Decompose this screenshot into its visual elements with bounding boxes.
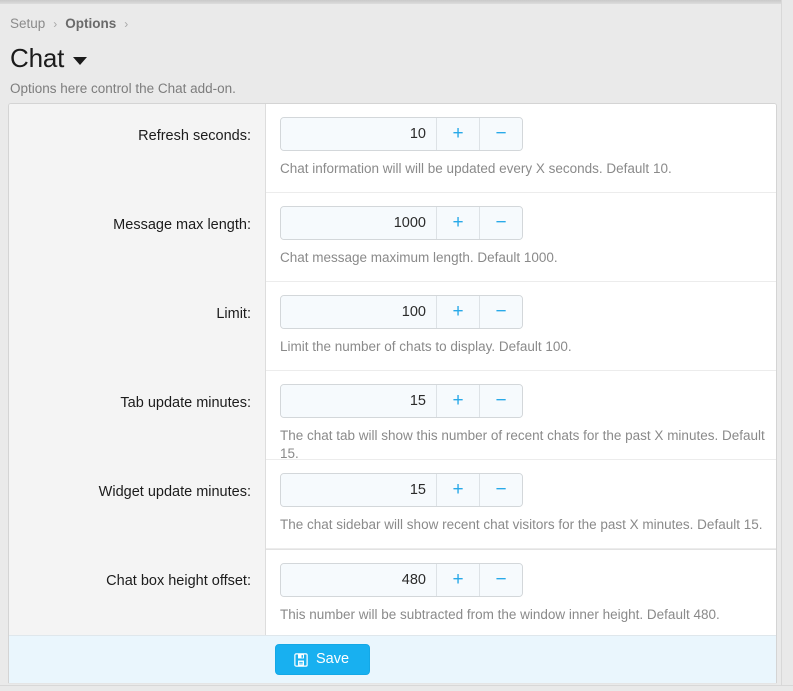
decrement-limit[interactable]: −: [479, 296, 522, 328]
help-refresh-seconds: Chat information will will be updated ev…: [280, 160, 776, 178]
label-column: Refresh seconds: Message max length: Lim…: [9, 104, 266, 635]
page-title[interactable]: Chat: [10, 43, 781, 73]
help-chat-box-height-offset: This number will be subtracted from the …: [280, 606, 776, 624]
save-button[interactable]: Save: [275, 644, 370, 675]
label-tab-update-minutes: Tab update minutes:: [9, 371, 265, 460]
row-label-tab-update-minutes: Tab update minutes:: [9, 371, 265, 460]
row-label-widget-update-minutes: Widget update minutes:: [9, 460, 265, 549]
save-button-label: Save: [316, 645, 349, 674]
breadcrumb-item-setup[interactable]: Setup: [10, 15, 45, 33]
page-header: Setup › Options › Chat Options here cont…: [0, 4, 781, 98]
decrement-chat-box-height-offset[interactable]: −: [479, 564, 522, 596]
stepper-message-max-length[interactable]: + −: [280, 206, 523, 240]
field-row-message-max-length: + − Chat message maximum length. Default…: [266, 193, 776, 282]
settings-page: Setup › Options › Chat Options here cont…: [0, 4, 781, 685]
breadcrumb-separator-icon-2: ›: [124, 15, 128, 33]
field-row-refresh-seconds: + − Chat information will will be update…: [266, 104, 776, 193]
row-label-message-max-length: Message max length:: [9, 193, 265, 282]
stepper-chat-box-height-offset[interactable]: + −: [280, 563, 523, 597]
row-label-chat-box-height-offset: Chat box height offset:: [9, 549, 265, 638]
row-label-refresh-seconds: Refresh seconds:: [9, 104, 265, 193]
breadcrumb-item-options[interactable]: Options: [65, 15, 116, 33]
increment-refresh-seconds[interactable]: +: [436, 118, 479, 150]
panel-footer: Save: [9, 635, 776, 683]
increment-limit[interactable]: +: [436, 296, 479, 328]
breadcrumb: Setup › Options ›: [10, 14, 781, 34]
decrement-refresh-seconds[interactable]: −: [479, 118, 522, 150]
decrement-tab-update-minutes[interactable]: −: [479, 385, 522, 417]
increment-tab-update-minutes[interactable]: +: [436, 385, 479, 417]
page-right-gutter: [781, 0, 793, 691]
help-widget-update-minutes: The chat sidebar will show recent chat v…: [280, 516, 776, 534]
options-form: Refresh seconds: Message max length: Lim…: [9, 104, 776, 635]
field-row-tab-update-minutes: + − The chat tab will show this number o…: [266, 371, 776, 460]
field-row-widget-update-minutes: + − The chat sidebar will show recent ch…: [266, 460, 776, 549]
help-tab-update-minutes: The chat tab will show this number of re…: [280, 427, 776, 463]
increment-chat-box-height-offset[interactable]: +: [436, 564, 479, 596]
field-column: + − Chat information will will be update…: [266, 104, 776, 635]
increment-widget-update-minutes[interactable]: +: [436, 474, 479, 506]
stepper-tab-update-minutes[interactable]: + −: [280, 384, 523, 418]
label-widget-update-minutes: Widget update minutes:: [9, 460, 265, 549]
stepper-refresh-seconds[interactable]: + −: [280, 117, 523, 151]
label-message-max-length: Message max length:: [9, 193, 265, 282]
breadcrumb-separator-icon: ›: [53, 15, 57, 33]
input-limit[interactable]: [281, 296, 436, 328]
field-row-limit: + − Limit the number of chats to display…: [266, 282, 776, 371]
input-widget-update-minutes[interactable]: [281, 474, 436, 506]
stepper-widget-update-minutes[interactable]: + −: [280, 473, 523, 507]
stepper-limit[interactable]: + −: [280, 295, 523, 329]
decrement-message-max-length[interactable]: −: [479, 207, 522, 239]
input-chat-box-height-offset[interactable]: [281, 564, 436, 596]
row-label-limit: Limit:: [9, 282, 265, 371]
app-root: Setup › Options › Chat Options here cont…: [0, 0, 793, 691]
increment-message-max-length[interactable]: +: [436, 207, 479, 239]
input-tab-update-minutes[interactable]: [281, 385, 436, 417]
help-message-max-length: Chat message maximum length. Default 100…: [280, 249, 776, 267]
options-panel: Refresh seconds: Message max length: Lim…: [8, 103, 777, 683]
label-chat-box-height-offset: Chat box height offset:: [9, 549, 265, 638]
floppy-disk-save-icon: [294, 653, 308, 667]
label-refresh-seconds: Refresh seconds:: [9, 104, 265, 193]
input-refresh-seconds[interactable]: [281, 118, 436, 150]
field-row-chat-box-height-offset: + − This number will be subtracted from …: [266, 549, 776, 638]
page-subtitle: Options here control the Chat add-on.: [10, 80, 781, 98]
label-limit: Limit:: [9, 282, 265, 371]
page-bottom-gutter: [0, 685, 793, 691]
input-message-max-length[interactable]: [281, 207, 436, 239]
help-limit: Limit the number of chats to display. De…: [280, 338, 776, 356]
decrement-widget-update-minutes[interactable]: −: [479, 474, 522, 506]
page-title-text: Chat: [10, 43, 64, 73]
caret-down-icon[interactable]: [73, 57, 87, 65]
